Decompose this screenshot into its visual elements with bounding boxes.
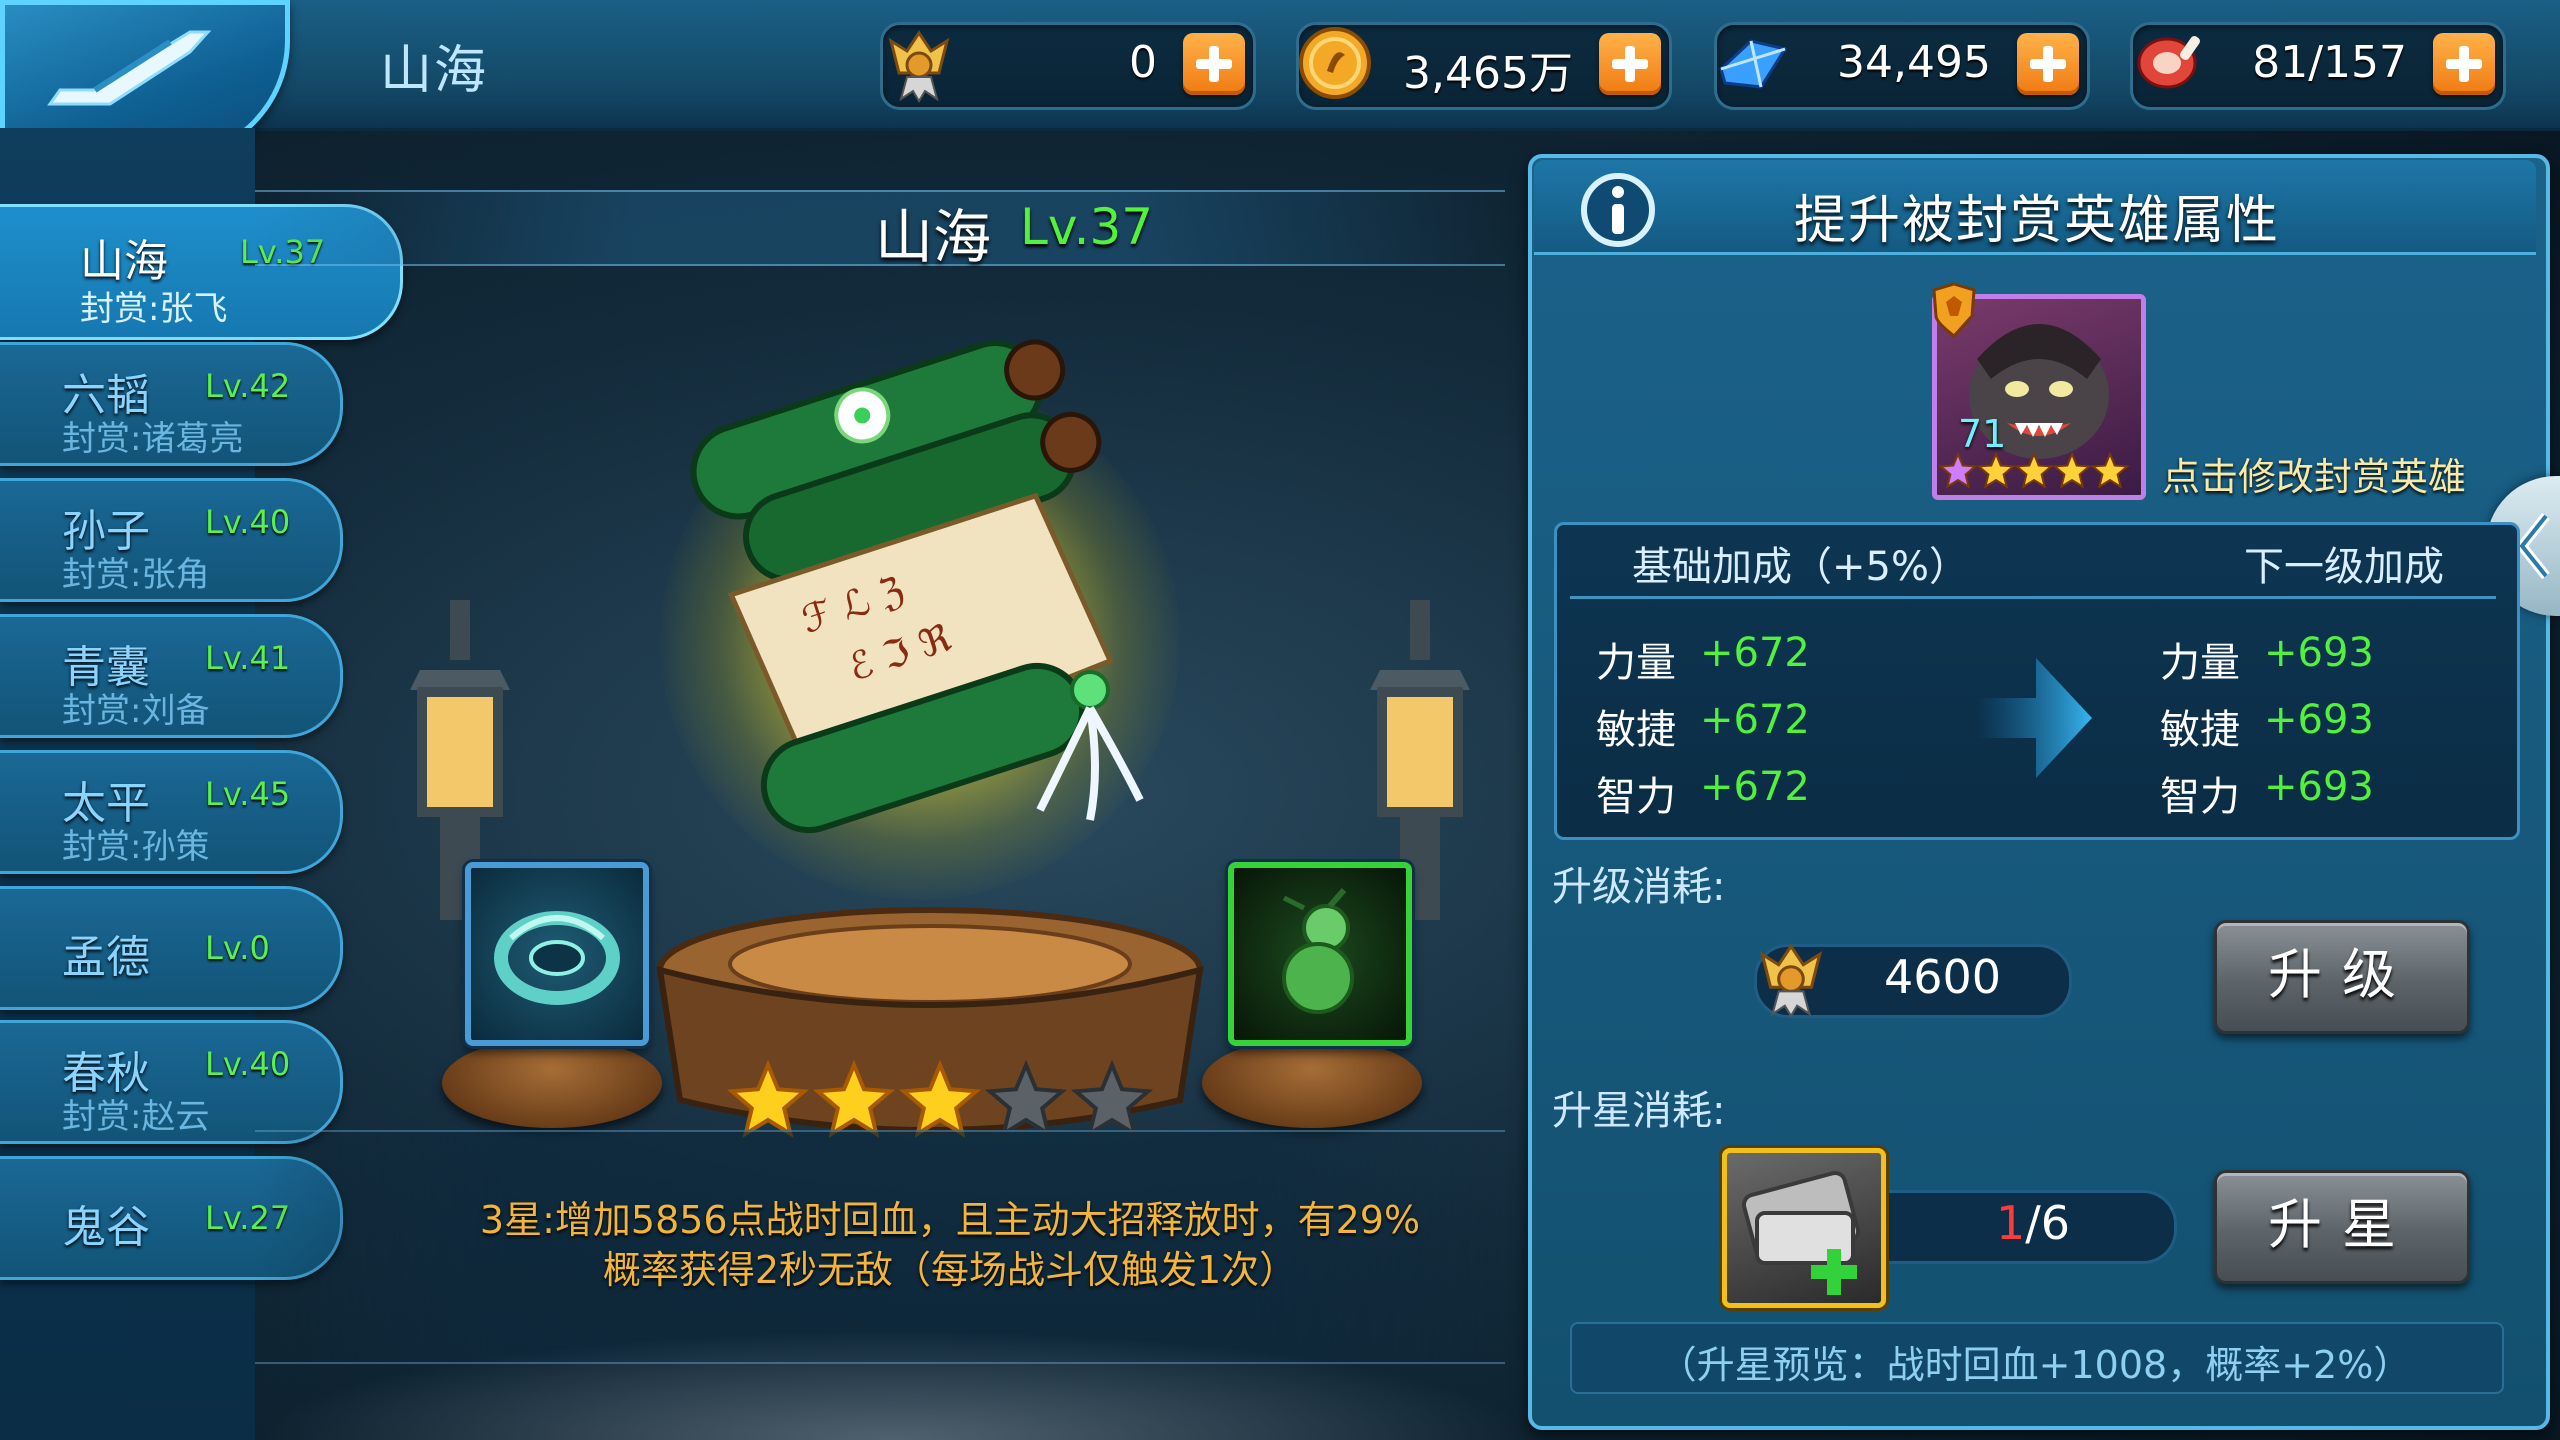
bonus-divider <box>1570 596 2496 599</box>
hero-star-icon <box>1976 452 2016 489</box>
star-filled-icon <box>898 1059 982 1138</box>
stat-label-agility: 敏捷 <box>1596 707 1676 753</box>
shield-badge-icon <box>1932 282 1976 338</box>
sidebar-item-name: 山海 <box>80 236 168 287</box>
upgrade-cost-value: 4600 <box>1884 950 2002 1004</box>
stat-next-intelligence: +693 <box>2264 764 2374 810</box>
sidebar-item-hero: 封赏:刘备 <box>62 691 210 731</box>
starup-required: /6 <box>2025 1196 2071 1250</box>
diamond-value: 34,495 <box>1837 37 1991 88</box>
equip-slot-gourd[interactable] <box>1228 862 1412 1046</box>
page-title: 山海 <box>380 41 489 101</box>
coin-resource: 3,465万 <box>1296 22 1672 110</box>
medal-icon <box>1759 943 1823 1018</box>
sidebar-item-hero: 封赏:张飞 <box>80 289 228 329</box>
add-diamond-button[interactable] <box>2017 33 2079 95</box>
scroll-book-art[interactable]: ℱ ℒ ℨ ℰ ℑ ℜ <box>620 330 1260 850</box>
fog <box>255 1330 1535 1440</box>
sidebar-item-sunzi[interactable]: 孙子 Lv.40 封赏:张角 <box>0 478 343 602</box>
stat-next-agility: +693 <box>2264 697 2374 743</box>
scroll-material-icon <box>1741 1170 1861 1295</box>
skill-desc-line1: 3星:增加5856点战时回血，且主动大招释放时，有29% <box>479 1198 1421 1242</box>
star-empty-icon <box>1070 1059 1154 1138</box>
sidebar-item-mengde[interactable]: 孟德 Lv.0 <box>0 886 343 1010</box>
stamina-value: 81/157 <box>2252 37 2407 88</box>
arrow-right-icon <box>1976 658 2092 778</box>
stat-label-strength: 力量 <box>1596 640 1676 686</box>
stat-base-intelligence: +672 <box>1700 764 1810 810</box>
starup-cost-label: 升星消耗: <box>1552 1088 1726 1134</box>
stat-label-intelligence: 智力 <box>1596 774 1676 820</box>
diamond-icon <box>1719 39 1788 89</box>
sidebar-item-level: Lv.0 <box>205 929 270 967</box>
book-level: Lv.37 <box>1020 198 1154 256</box>
stat-next-strength: +693 <box>2264 630 2374 676</box>
next-bonus-header: 下一级加成 <box>2244 544 2444 590</box>
sidebar-item-name: 孟德 <box>62 932 150 983</box>
stand-right <box>1202 1038 1422 1128</box>
sidebar-item-hero: 封赏:张角 <box>62 555 210 595</box>
add-medal-button[interactable] <box>1183 33 1245 95</box>
coin-icon <box>1299 27 1371 99</box>
sidebar-item-level: Lv.45 <box>205 775 291 813</box>
sidebar-item-liutao[interactable]: 六韬 Lv.42 封赏:诸葛亮 <box>0 342 343 466</box>
info-icon[interactable] <box>1578 170 1658 250</box>
medal-icon <box>888 30 950 103</box>
hero-star-icon <box>1938 452 1978 489</box>
sidebar-item-chunqiu[interactable]: 春秋 Lv.40 封赏:赵云 <box>0 1020 343 1144</box>
sidebar-item-taiping[interactable]: 太平 Lv.45 封赏:孙策 <box>0 750 343 874</box>
skill-description: 3星:增加5856点战时回血，且主动大招释放时，有29% 概率获得2秒无敌（每场… <box>420 1195 1480 1295</box>
stat-base-agility: +672 <box>1700 697 1810 743</box>
stand-left <box>442 1038 662 1128</box>
meat-icon <box>2137 36 2200 89</box>
upgrade-button[interactable]: 升级 <box>2214 920 2470 1034</box>
gourd-icon <box>1282 888 1354 1014</box>
hero-star-icon <box>2090 452 2130 489</box>
starup-preview-text: （升星预览：战时回血+1008，概率+2%） <box>1658 1343 2412 1387</box>
stamina-resource: 81/157 <box>2130 22 2506 110</box>
book-name: 山海 <box>875 203 992 271</box>
star-filled-icon <box>812 1059 896 1138</box>
sidebar-item-qingnang[interactable]: 青囊 Lv.41 封赏:刘备 <box>0 614 343 738</box>
medal-value: 0 <box>1129 37 1157 88</box>
hero-level: 71 <box>1958 412 2007 456</box>
hero-star-icon <box>2052 452 2092 489</box>
sidebar-item-hero: 封赏:赵云 <box>62 1097 210 1137</box>
stat-label-agility-next: 敏捷 <box>2160 707 2240 753</box>
coin-value: 3,465万 <box>1403 48 1573 99</box>
stat-base-strength: +672 <box>1700 630 1810 676</box>
star-filled-icon <box>726 1059 810 1138</box>
medal-resource: 0 <box>880 22 1256 110</box>
equip-slot-jade-ring[interactable] <box>465 862 649 1046</box>
change-hero-link[interactable]: 点击修改封赏英雄 <box>2162 446 2466 501</box>
stat-label-intelligence-next: 智力 <box>2160 774 2240 820</box>
starup-material-item[interactable] <box>1722 1148 1886 1308</box>
jade-ring-icon <box>494 911 620 1005</box>
skill-desc-line2: 概率获得2秒无敌（每场战斗仅触发1次） <box>602 1248 1298 1292</box>
diamond-resource: 34,495 <box>1714 22 2090 110</box>
hero-star-rating <box>1938 452 2130 489</box>
sidebar-item-hero: 封赏:诸葛亮 <box>62 419 244 459</box>
base-bonus-header: 基础加成（+5%） <box>1632 544 1969 590</box>
starup-owned: 1 <box>1996 1196 2026 1250</box>
add-stamina-button[interactable] <box>2433 33 2495 95</box>
starup-cost-count: 1/6 <box>1996 1196 2070 1250</box>
sidebar-item-level: Lv.42 <box>205 367 291 405</box>
upgrade-cost-label: 升级消耗: <box>1552 864 1726 910</box>
starup-button[interactable]: 升星 <box>2214 1170 2470 1284</box>
sidebar-item-level: Lv.41 <box>205 639 291 677</box>
sidebar-item-hero: 封赏:孙策 <box>62 827 210 867</box>
sidebar-item-level: Lv.40 <box>205 503 291 541</box>
star-empty-icon <box>984 1059 1068 1138</box>
stat-label-strength-next: 力量 <box>2160 640 2240 686</box>
back-arrow-icon <box>47 30 212 106</box>
sidebar-item-name: 鬼谷 <box>62 1202 150 1253</box>
hero-star-icon <box>2014 452 2054 489</box>
sidebar-item-level: Lv.40 <box>205 1045 291 1083</box>
panel-title: 提升被封赏英雄属性 <box>1794 191 2281 251</box>
add-coin-button[interactable] <box>1599 33 1661 95</box>
